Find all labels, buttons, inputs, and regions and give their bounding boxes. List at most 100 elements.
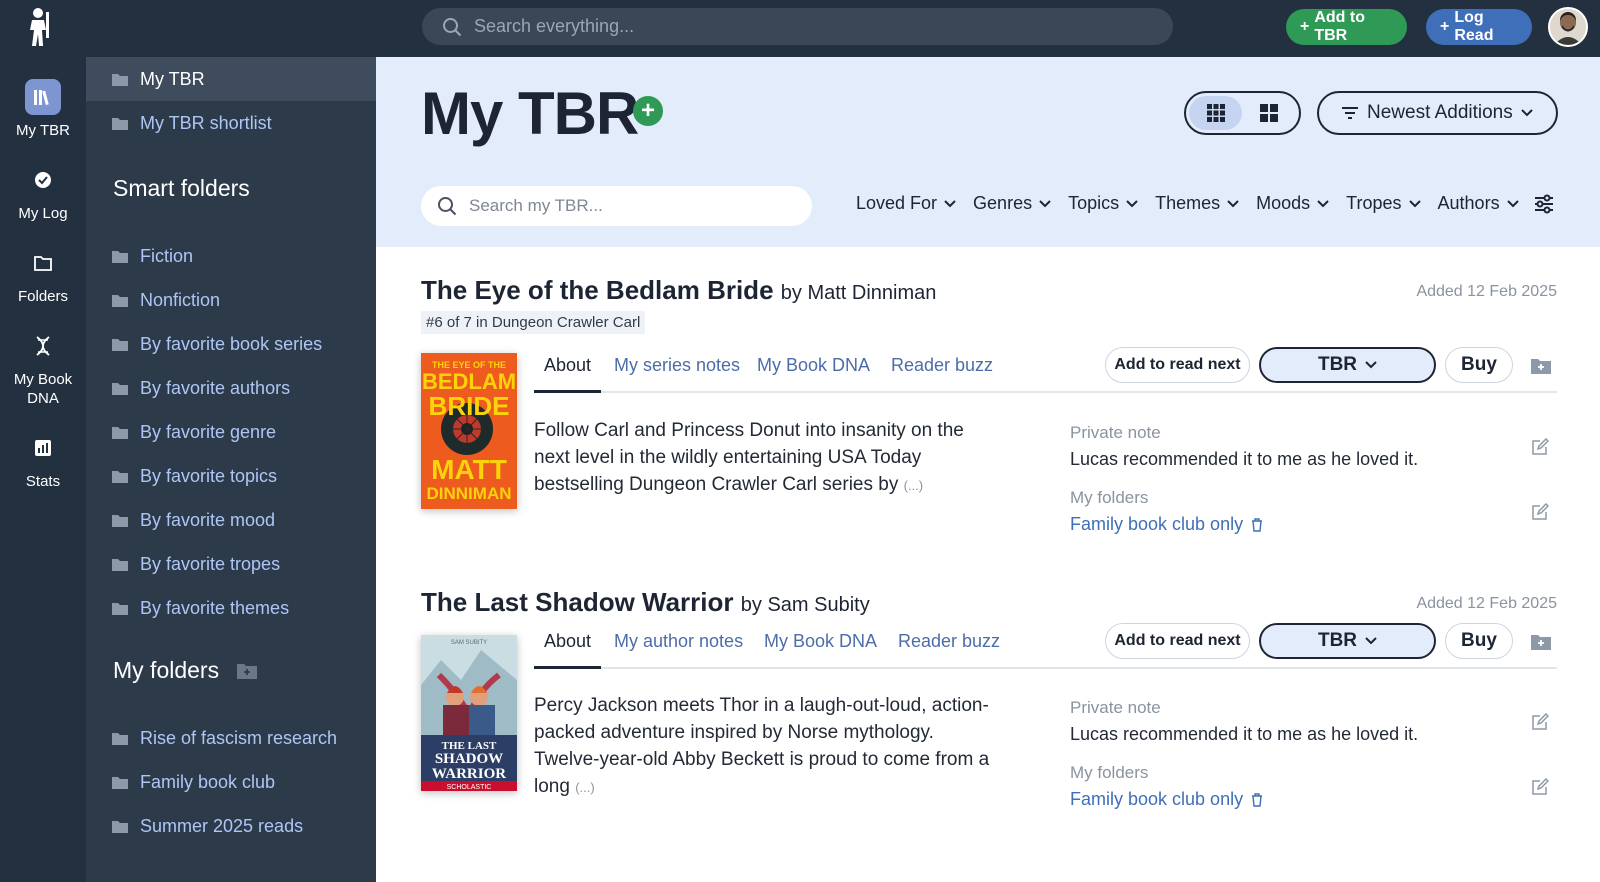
cover-text: WARRIOR [432, 766, 506, 782]
filter-genres[interactable]: Genres [973, 193, 1051, 214]
rail-item-my-log[interactable]: My Log [0, 162, 86, 223]
add-to-folder-icon[interactable] [1531, 634, 1551, 650]
filter-authors[interactable]: Authors [1438, 193, 1519, 214]
added-date: Added 12 Feb 2025 [1416, 283, 1557, 300]
folder-label: Summer 2025 reads [140, 815, 304, 836]
status-dropdown[interactable]: TBR [1259, 623, 1436, 659]
add-book-button[interactable]: + [633, 96, 663, 126]
logo-icon[interactable] [26, 6, 58, 48]
filter-settings-icon[interactable] [1534, 194, 1554, 214]
tab-about[interactable]: About [534, 355, 602, 393]
folder-link[interactable]: Family book club only [1070, 789, 1243, 810]
folder-label: My TBR [140, 68, 205, 89]
folder-item-my-tbr[interactable]: My TBR [86, 57, 376, 101]
status-label: TBR [1317, 354, 1358, 375]
add-to-read-next-button[interactable]: Add to read next [1105, 347, 1250, 383]
smart-folder-item[interactable]: By favorite tropes [86, 542, 376, 586]
nav-rail: My TBR My Log Folders My Book DNA Stats [0, 57, 86, 882]
edit-folders-icon[interactable] [1531, 778, 1549, 796]
tab-author-notes[interactable]: My author notes [614, 631, 743, 669]
my-folder-item[interactable]: Family book club [86, 760, 376, 804]
my-folder-item[interactable]: Rise of fascism research [86, 716, 376, 760]
rail-item-label: My Book DNA [13, 371, 73, 407]
smart-folder-item[interactable]: By favorite genre [86, 410, 376, 454]
add-folder-icon[interactable] [237, 663, 258, 679]
library-icon [25, 79, 61, 115]
book-author[interactable]: by Sam Subity [741, 594, 870, 616]
rail-item-stats[interactable]: Stats [0, 430, 86, 491]
buy-button[interactable]: Buy [1445, 623, 1513, 659]
chevron-down-icon [1365, 361, 1377, 369]
chevron-down-icon [944, 199, 956, 207]
rail-item-label: Folders [17, 288, 69, 305]
filter-moods[interactable]: Moods [1256, 193, 1329, 214]
cover-text: BRIDE [429, 391, 510, 421]
book-cover[interactable]: THE EYE OF THE BEDLAM BRIDE MATT DINNIMA… [421, 353, 517, 509]
folder-link[interactable]: Family book club only [1070, 514, 1243, 535]
smart-folders-heading: Smart folders [113, 175, 250, 201]
tab-series-notes[interactable]: My series notes [614, 355, 740, 393]
tab-about[interactable]: About [534, 631, 602, 669]
tbr-search-placeholder: Search my TBR... [469, 196, 603, 215]
book-card: The Last Shadow Warrior by Sam Subity Ad… [421, 587, 1557, 827]
add-to-read-next-button[interactable]: Add to read next [1105, 623, 1250, 659]
edit-folders-icon[interactable] [1531, 503, 1549, 521]
tbr-search-input[interactable]: Search my TBR... [421, 186, 812, 226]
smart-folder-item[interactable]: By favorite book series [86, 322, 376, 366]
book-author[interactable]: by Matt Dinniman [781, 282, 937, 304]
view-toggle [1184, 91, 1301, 135]
smart-folder-item[interactable]: Fiction [86, 234, 376, 278]
smart-folder-item[interactable]: By favorite themes [86, 586, 376, 630]
folder-icon [112, 558, 128, 571]
series-badge[interactable]: #6 of 7 in Dungeon Crawler Carl [421, 311, 646, 334]
my-folder-item[interactable]: Summer 2025 reads [86, 804, 376, 848]
folder-icon [112, 470, 128, 483]
folder-item-shortlist[interactable]: My TBR shortlist [86, 101, 376, 145]
cover-text: SHADOW [435, 751, 503, 767]
book-title[interactable]: The Eye of the Bedlam Bride [421, 275, 774, 305]
rail-item-my-tbr[interactable]: My TBR [0, 79, 86, 140]
trash-icon[interactable] [1251, 517, 1263, 532]
add-to-folder-icon[interactable] [1531, 358, 1551, 374]
tab-reader-buzz[interactable]: Reader buzz [891, 355, 993, 393]
private-note-label: Private note [1070, 698, 1161, 717]
filter-label: Genres [973, 193, 1033, 213]
status-dropdown[interactable]: TBR [1259, 347, 1436, 383]
read-more-link[interactable]: (...) [575, 780, 595, 795]
filter-loved-for[interactable]: Loved For [856, 193, 956, 214]
book-title[interactable]: The Last Shadow Warrior [421, 587, 734, 617]
smart-folder-item[interactable]: By favorite topics [86, 454, 376, 498]
grid-view-button[interactable] [1242, 96, 1295, 130]
read-more-link[interactable]: (...) [904, 478, 924, 493]
filter-tropes[interactable]: Tropes [1346, 193, 1421, 214]
chevron-down-icon [1039, 199, 1051, 207]
added-date: Added 12 Feb 2025 [1416, 595, 1557, 612]
log-read-button[interactable]: + Log Read [1426, 9, 1532, 45]
tab-reader-buzz[interactable]: Reader buzz [898, 631, 1000, 669]
smart-folder-item[interactable]: Nonfiction [86, 278, 376, 322]
filter-topics[interactable]: Topics [1068, 193, 1138, 214]
edit-note-icon[interactable] [1531, 713, 1549, 731]
avatar[interactable] [1548, 7, 1588, 47]
tab-book-dna[interactable]: My Book DNA [757, 355, 870, 393]
trash-icon[interactable] [1251, 792, 1263, 807]
sort-label: Newest Additions [1367, 102, 1513, 123]
filter-themes[interactable]: Themes [1155, 193, 1239, 214]
sort-dropdown[interactable]: Newest Additions [1317, 91, 1558, 135]
book-description: Follow Carl and Princess Donut into insa… [534, 417, 1004, 499]
book-cover[interactable]: SAM SUBITY THE LAST SHADOW WARRIOR SCHOL… [421, 635, 517, 791]
global-search-input[interactable]: Search everything... [422, 8, 1173, 45]
book-title-line: The Eye of the Bedlam Bride by Matt Dinn… [421, 275, 936, 306]
list-view-button[interactable] [1189, 96, 1242, 130]
smart-folder-item[interactable]: By favorite authors [86, 366, 376, 410]
search-icon [443, 17, 462, 36]
smart-folder-item[interactable]: By favorite mood [86, 498, 376, 542]
edit-note-icon[interactable] [1531, 438, 1549, 456]
tab-book-dna[interactable]: My Book DNA [764, 631, 877, 669]
rail-item-folders[interactable]: Folders [0, 245, 86, 306]
add-to-tbr-button[interactable]: + Add to TBR [1286, 9, 1407, 45]
buy-button[interactable]: Buy [1445, 347, 1513, 383]
rail-item-book-dna[interactable]: My Book DNA [0, 328, 86, 408]
folder-icon [112, 732, 128, 745]
my-folders-label: My folders [1070, 488, 1149, 507]
